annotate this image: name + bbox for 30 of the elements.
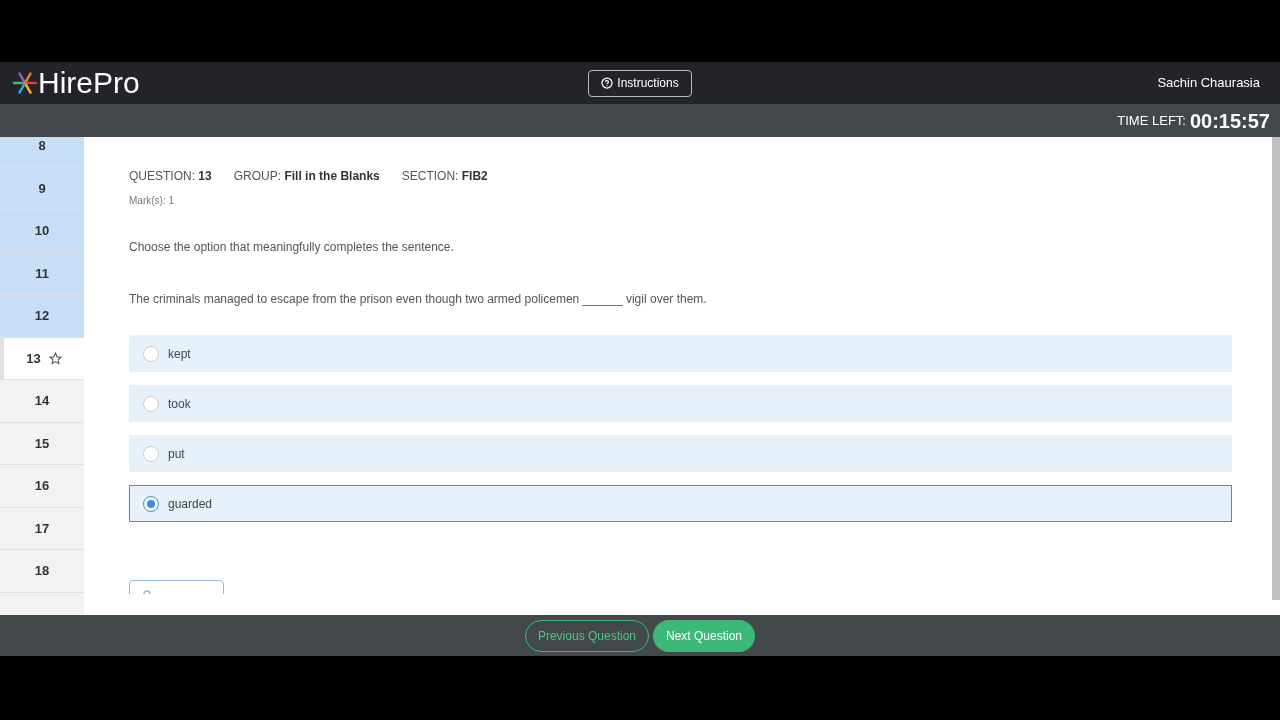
instructions-button[interactable]: Instructions bbox=[588, 69, 692, 97]
radio-button[interactable] bbox=[143, 445, 159, 462]
timer-value: 00:15:57 bbox=[1189, 108, 1270, 134]
star-icon[interactable] bbox=[48, 351, 62, 365]
question-group: GROUP: Fill in the Blanks bbox=[233, 167, 380, 185]
answer-option[interactable]: kept bbox=[129, 335, 1232, 372]
question-nav-item[interactable]: 13 bbox=[0, 337, 84, 380]
refresh-icon bbox=[142, 587, 152, 594]
timer-label: TIME LEFT: bbox=[1117, 111, 1186, 130]
question-text: The criminals managed to escape from the prison even though two armed policemen ______ vigil over them. bbox=[129, 291, 708, 308]
question-nav-item[interactable]: 10 bbox=[0, 210, 84, 253]
clear-response-button[interactable] bbox=[129, 580, 224, 594]
question-nav-item[interactable]: 9 bbox=[0, 167, 84, 210]
question-nav-item[interactable]: 8 bbox=[0, 137, 84, 168]
radio-button[interactable] bbox=[143, 495, 159, 512]
question-nav-item[interactable]: 11 bbox=[0, 252, 84, 295]
brand-name: HirePro bbox=[38, 68, 140, 98]
answer-option[interactable]: guarded bbox=[129, 485, 1232, 522]
help-icon bbox=[601, 77, 614, 89]
question-instruction: Choose the option that meaningfully completes the sentence. bbox=[129, 239, 455, 256]
question-marks: Mark(s): 1 bbox=[129, 194, 175, 208]
radio-button[interactable] bbox=[143, 395, 159, 412]
answer-option[interactable]: put bbox=[129, 435, 1232, 472]
question-number: QUESTION: 13 bbox=[129, 168, 212, 185]
answer-option[interactable]: took bbox=[129, 385, 1232, 422]
logo-icon bbox=[12, 70, 38, 96]
question-nav-item[interactable]: 12 bbox=[0, 295, 84, 338]
radio-button[interactable] bbox=[143, 345, 159, 362]
user-name: Sachin Chaurasia bbox=[1157, 74, 1260, 93]
question-section: SECTION: FIB2 bbox=[401, 167, 488, 185]
